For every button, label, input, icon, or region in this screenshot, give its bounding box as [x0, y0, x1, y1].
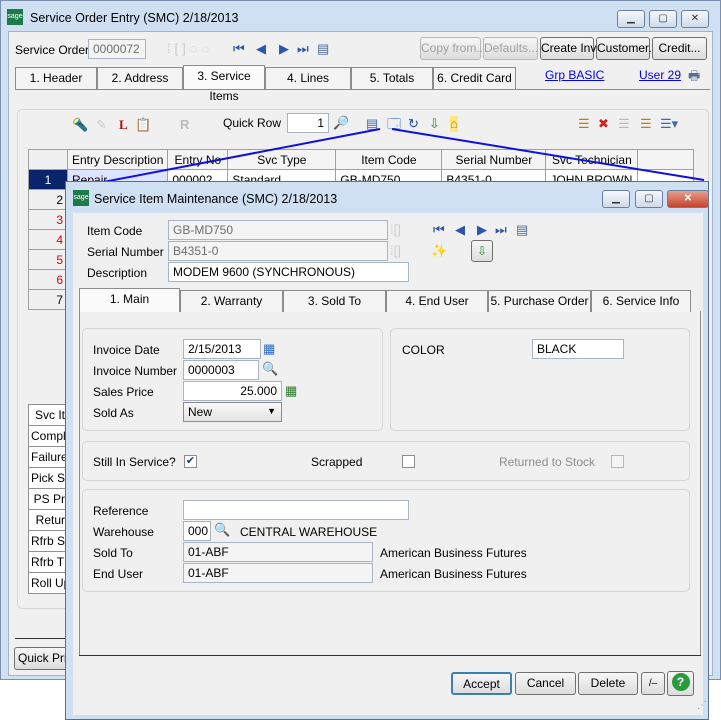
- connector-line-left: [71, 128, 381, 189]
- disabled-lookup-icon: ⁞[]: [390, 222, 401, 237]
- tab-end-user[interactable]: 4. End User: [386, 290, 488, 312]
- sold-as-select[interactable]: New ▼: [183, 402, 282, 422]
- calculator-icon[interactable]: ▦: [285, 383, 297, 399]
- memo-icon[interactable]: ▤: [516, 222, 528, 238]
- last-record-icon[interactable]: ⏭: [495, 222, 507, 238]
- reference-field[interactable]: [183, 500, 409, 520]
- returned-to-stock-checkbox[interactable]: [611, 455, 624, 468]
- warehouse-name: CENTRAL WAREHOUSE: [240, 525, 378, 539]
- dialog-maximize-button[interactable]: ▢: [635, 190, 663, 208]
- warehouse-field[interactable]: 000: [183, 521, 211, 541]
- accept-button[interactable]: Accept: [451, 672, 512, 695]
- first-record-icon[interactable]: ⏮: [433, 222, 445, 238]
- end-user-field: 01-ABF: [183, 563, 373, 583]
- wizard-icon[interactable]: ✨: [431, 243, 447, 259]
- chevron-down-icon: ▼: [267, 406, 276, 416]
- dialog-minimize-button[interactable]: ▁: [602, 190, 630, 208]
- description-label: Description: [87, 266, 148, 280]
- sold-to-field: 01-ABF: [183, 542, 373, 562]
- tab-warranty[interactable]: 2. Warranty: [180, 290, 283, 312]
- item-code-field[interactable]: GB-MD750: [168, 220, 388, 240]
- tab-main[interactable]: 1. Main: [79, 288, 180, 312]
- tab-frame-right: [700, 311, 701, 656]
- extra-button[interactable]: /‒: [641, 672, 665, 695]
- description-field[interactable]: MODEM 9600 (SYNCHRONOUS): [168, 262, 409, 282]
- previous-record-icon[interactable]: ◀: [455, 222, 465, 238]
- warehouse-label: Warehouse: [93, 525, 154, 539]
- delete-button[interactable]: Delete: [578, 672, 638, 695]
- reference-label: Reference: [93, 504, 149, 518]
- sales-price-label: Sales Price: [93, 385, 154, 399]
- connector-line-right: [391, 128, 705, 181]
- sold-to-label: Sold To: [93, 546, 133, 560]
- sales-price-field[interactable]: 25.000: [183, 381, 282, 401]
- serial-number-label: Serial Number: [87, 245, 164, 259]
- still-in-service-checkbox[interactable]: ✔: [184, 455, 197, 468]
- returned-to-stock-label: Returned to Stock: [499, 455, 596, 469]
- dialog-title: Service Item Maintenance (SMC) 2/18/2013: [94, 192, 338, 206]
- sold-as-label: Sold As: [93, 406, 134, 420]
- tab-service-info[interactable]: 6. Service Info: [591, 290, 691, 312]
- color-label: COLOR: [402, 343, 445, 357]
- sold-as-value: New: [188, 405, 213, 419]
- scrapped-label: Scrapped: [311, 455, 363, 469]
- tab-frame-bottom: [79, 655, 701, 656]
- item-code-label: Item Code: [87, 224, 143, 238]
- still-in-service-label: Still In Service?: [93, 455, 176, 469]
- tab-frame-left: [79, 311, 80, 656]
- help-icon: ?: [671, 673, 690, 691]
- end-user-name: American Business Futures: [380, 567, 527, 581]
- calendar-icon[interactable]: ▦: [263, 341, 275, 357]
- serial-number-field[interactable]: B4351-0: [168, 241, 388, 261]
- invoice-number-label: Invoice Number: [93, 364, 178, 378]
- invoice-number-field[interactable]: 0000003: [183, 360, 259, 380]
- tab-purchase-order[interactable]: 5. Purchase Order: [488, 290, 591, 312]
- invoice-date-label: Invoice Date: [93, 343, 160, 357]
- end-user-label: End User: [93, 567, 144, 581]
- invoice-lookup-icon[interactable]: 🔍: [262, 361, 278, 377]
- dialog-close-button[interactable]: ✕: [667, 190, 709, 208]
- sage-logo-icon: sage: [73, 190, 89, 206]
- scrapped-checkbox[interactable]: [402, 455, 415, 468]
- import-button[interactable]: ⇩: [471, 240, 493, 262]
- tab-sold-to[interactable]: 3. Sold To: [283, 290, 386, 312]
- invoice-date-field[interactable]: 2/15/2013: [183, 339, 261, 359]
- help-button[interactable]: ?: [667, 671, 694, 696]
- warehouse-lookup-icon[interactable]: 🔍: [214, 522, 230, 538]
- sold-to-name: American Business Futures: [380, 546, 527, 560]
- color-field[interactable]: BLACK: [532, 339, 624, 359]
- resize-grip-icon[interactable]: ⋰: [697, 700, 707, 711]
- next-record-icon[interactable]: ▶: [477, 222, 487, 238]
- disabled-lookup-icon: ⁞[]: [390, 243, 401, 258]
- cancel-button[interactable]: Cancel: [515, 672, 576, 695]
